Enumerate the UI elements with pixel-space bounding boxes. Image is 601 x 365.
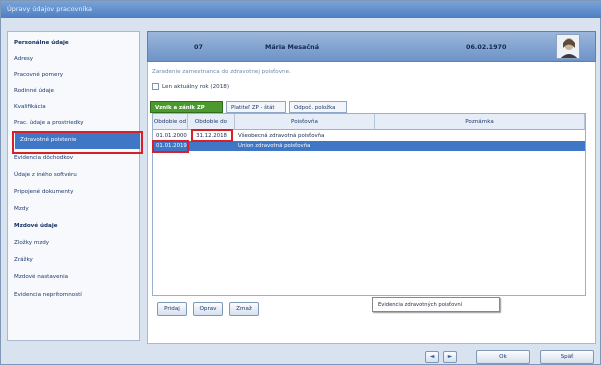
avatar-icon — [556, 34, 580, 59]
insurance-table[interactable]: Obdobie od Obdobie do Poisťovňa Poznámka… — [152, 113, 586, 312]
cell-to: 31.12.2018 — [196, 133, 227, 139]
sidebar-item-documents[interactable]: Pripojené dokumenty — [8, 185, 139, 201]
current-year-checkbox[interactable] — [152, 83, 159, 90]
column-header-insurer[interactable]: Poisťovňa — [235, 114, 375, 130]
edit-button[interactable]: Oprav — [193, 302, 223, 316]
sidebar-item-employment[interactable]: Pracovné pomery — [8, 68, 139, 84]
sidebar-item-health-insurance[interactable]: Zdravotné poistenie — [12, 131, 143, 154]
cell-from: 01.01.2019 — [156, 143, 187, 149]
sidebar-item-wage-settings[interactable]: Mzdové nastavenia — [8, 270, 139, 286]
ok-button[interactable]: Ok — [476, 350, 530, 364]
add-button[interactable]: Pridaj — [157, 302, 187, 316]
health-insurance-panel: Zaradenie zamestnanca do zdravotnej pois… — [147, 62, 596, 344]
sidebar: Personálne údaje Adresy Pracovné pomery … — [7, 31, 143, 341]
tab-state-payer[interactable]: Platiteľ ZP - štát — [226, 101, 286, 113]
column-header-to[interactable]: Obdobie do — [188, 114, 235, 130]
cell-to — [188, 141, 235, 151]
cell-from: 01.01.2000 — [156, 133, 187, 139]
tab-deductible-item[interactable]: Odpoč. položka — [289, 101, 347, 113]
cell-note — [375, 131, 585, 141]
insurers-tooltip: Evidencia zdravotných poisťovní — [372, 297, 500, 312]
employee-edit-window: Úpravy údajov pracovníka Personálne údaj… — [0, 0, 601, 365]
sidebar-item-work-resources[interactable]: Prac. údaje a prostriedky — [8, 116, 139, 132]
sidebar-item-pensions[interactable]: Evidencia dôchodkov — [8, 151, 139, 167]
sidebar-item-qualification[interactable]: Kvalifikácia — [8, 100, 139, 116]
sidebar-item-family[interactable]: Rodinné údaje — [8, 84, 139, 100]
sidebar-item-other-software[interactable]: Údaje z iného softvéru — [8, 168, 139, 184]
sidebar-item-absences[interactable]: Evidencia neprítomností — [8, 288, 139, 304]
column-header-note[interactable]: Poznámka — [375, 114, 585, 130]
cell-insurer: Union zdravotná poisťovňa — [238, 143, 311, 149]
cell-insurer: Všeobecná zdravotná poisťovňa — [238, 133, 325, 139]
sidebar-item-wage-components[interactable]: Zložky mzdy — [8, 236, 139, 252]
employee-header: 07 Mária Mesačná 06.02.1970 — [147, 31, 596, 62]
window-title: Úpravy údajov pracovníka — [1, 1, 601, 18]
sidebar-header-wage-data: Mzdové údaje — [14, 223, 58, 229]
next-arrow-icon[interactable]: ► — [443, 351, 457, 363]
previous-arrow-icon[interactable]: ◄ — [425, 351, 439, 363]
tab-origin-termination[interactable]: Vznik a zánik ZP — [150, 101, 223, 113]
panel-description: Zaradenie zamestnanca do zdravotnej pois… — [152, 69, 291, 75]
table-row-selected[interactable]: 01.01.2019 Union zdravotná poisťovňa — [153, 141, 585, 151]
employee-birthdate: 06.02.1970 — [466, 43, 507, 51]
sidebar-item-addresses[interactable]: Adresy — [8, 52, 139, 68]
delete-button[interactable]: Zmaž — [229, 302, 259, 316]
column-header-from[interactable]: Obdobie od — [153, 114, 188, 130]
sidebar-item-wages[interactable]: Mzdy — [8, 202, 139, 218]
employee-name: Mária Mesačná — [265, 43, 320, 51]
sidebar-header-personal: Personálne údaje — [14, 40, 69, 46]
table-row[interactable]: 01.01.2000 31.12.2018 Všeobecná zdravotn… — [153, 131, 585, 141]
current-year-filter[interactable]: Len aktuálny rok (2018) — [152, 82, 229, 91]
employee-code: 07 — [194, 43, 203, 51]
current-year-label: Len aktuálny rok (2018) — [162, 83, 230, 90]
back-button[interactable]: Späť — [540, 350, 594, 364]
sidebar-item-deductions[interactable]: Zrážky — [8, 253, 139, 269]
cell-note — [375, 141, 585, 151]
